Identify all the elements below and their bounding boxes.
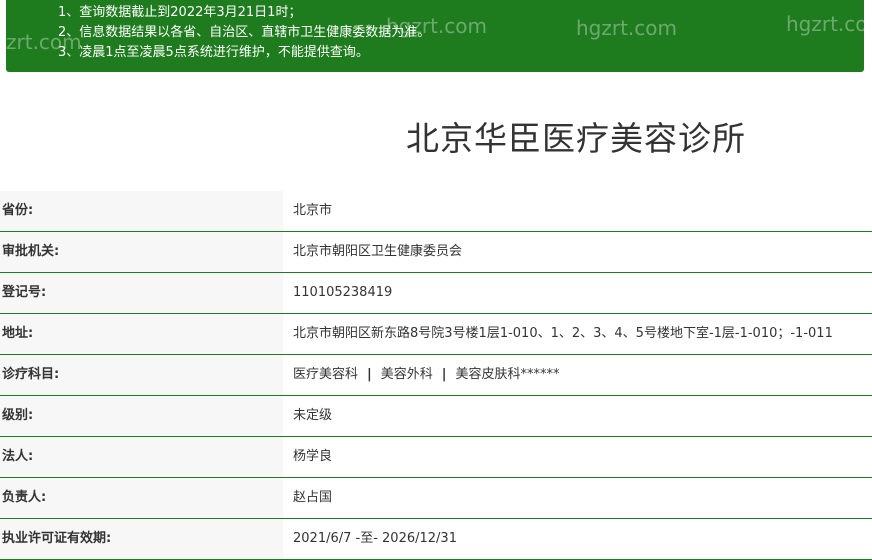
watermark: hgzrt.com [386, 14, 488, 38]
table-row: 登记号: 110105238419 [0, 273, 872, 314]
row-value: 北京市朝阳区新东路8号院3号楼1层1-010、1、2、3、4、5号楼地下室-1层… [293, 326, 833, 341]
row-value: 北京市 [293, 203, 333, 218]
row-label: 执业许可证有效期: [0, 519, 283, 559]
table-row: 负责人: 赵占国 [0, 478, 872, 519]
watermark: zrt.com [6, 30, 82, 54]
row-value: 2021/6/7 -至- 2026/12/31 [293, 531, 457, 546]
subject-separator: | [367, 367, 372, 382]
row-label: 审批机关: [0, 232, 283, 272]
subject-item: 美容外科 [380, 367, 433, 382]
row-label: 法人: [0, 437, 283, 477]
table-row: 级别: 未定级 [0, 396, 872, 437]
subject-item: 医疗美容科 [293, 367, 359, 382]
clinic-title: 北京华臣医疗美容诊所 [406, 119, 746, 158]
row-value: 杨学良 [293, 449, 333, 464]
row-label: 省份: [0, 191, 283, 231]
row-value: 赵占国 [293, 490, 333, 505]
table-row: 地址: 北京市朝阳区新东路8号院3号楼1层1-010、1、2、3、4、5号楼地下… [0, 314, 872, 355]
notice-line-3: 3、凌晨1点至凌晨5点系统进行维护，不能提供查询。 [58, 45, 369, 60]
row-label: 诊疗科目: [0, 355, 283, 395]
row-label: 级别: [0, 396, 283, 436]
table-row: 省份: 北京市 [0, 191, 872, 232]
info-table: 省份: 北京市 审批机关: 北京市朝阳区卫生健康委员会 登记号: 1101052… [0, 191, 872, 560]
table-row: 审批机关: 北京市朝阳区卫生健康委员会 [0, 232, 872, 273]
row-value: 未定级 [293, 408, 333, 423]
row-label: 登记号: [0, 273, 283, 313]
watermark: hgzrt.com [786, 12, 872, 36]
row-value: 110105238419 [293, 285, 393, 300]
subject-separator: | [441, 367, 447, 382]
table-row: 法人: 杨学良 [0, 437, 872, 478]
notice-banner: 1、查询数据截止到2022年3月21日1时； 2、信息数据结果以各省、自治区、直… [6, 0, 872, 72]
row-value: 医疗美容科 | 美容外科 | 美容皮肤科****** [283, 355, 872, 395]
row-value: 北京市朝阳区卫生健康委员会 [293, 244, 463, 259]
table-row: 诊疗科目: 医疗美容科 | 美容外科 | 美容皮肤科****** [0, 355, 872, 396]
row-label: 负责人: [0, 478, 283, 518]
subject-item: 美容皮肤科****** [455, 367, 560, 382]
table-row: 执业许可证有效期: 2021/6/7 -至- 2026/12/31 [0, 519, 872, 560]
watermark: hgzrt.com [576, 16, 678, 40]
row-label: 地址: [0, 314, 283, 354]
